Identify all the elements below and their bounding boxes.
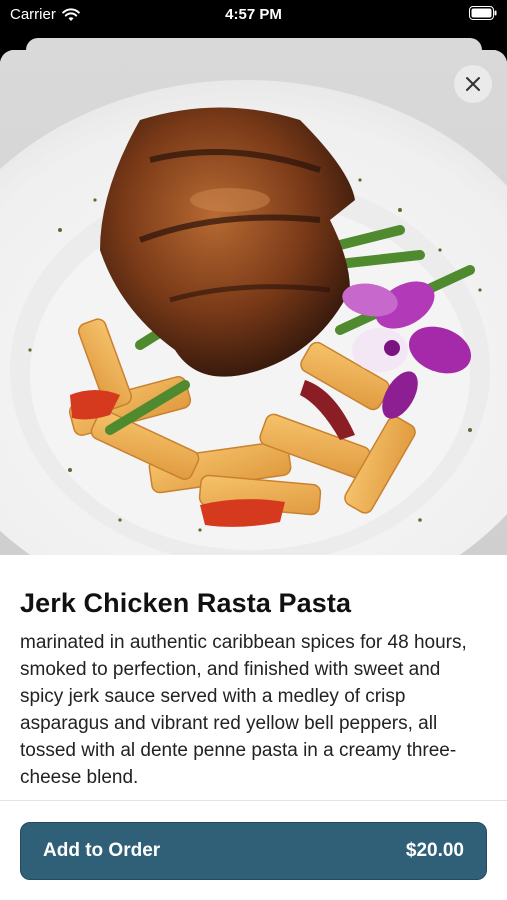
add-to-order-label: Add to Order — [43, 840, 161, 861]
close-button[interactable] — [454, 65, 492, 103]
dish-illustration — [0, 80, 507, 555]
footer-divider — [0, 800, 507, 801]
price-label: $20.00 — [405, 840, 464, 861]
item-title: Jerk Chicken Rasta Pasta — [20, 588, 352, 618]
item-details: Jerk Chicken Rasta Pasta marinated in au… — [0, 555, 507, 791]
status-bar: Carrier 4:57 PM — [0, 0, 507, 30]
dish-photo — [0, 50, 507, 555]
item-description: marinated in authentic caribbean spices … — [20, 632, 467, 788]
status-time: 4:57 PM — [225, 6, 282, 23]
battery-icon — [469, 6, 497, 24]
item-detail-sheet: Jerk Chicken Rasta Pasta marinated in au… — [0, 50, 507, 900]
add-to-order-button[interactable]: Add to Order $20.00 — [20, 822, 487, 880]
close-icon — [466, 77, 480, 91]
